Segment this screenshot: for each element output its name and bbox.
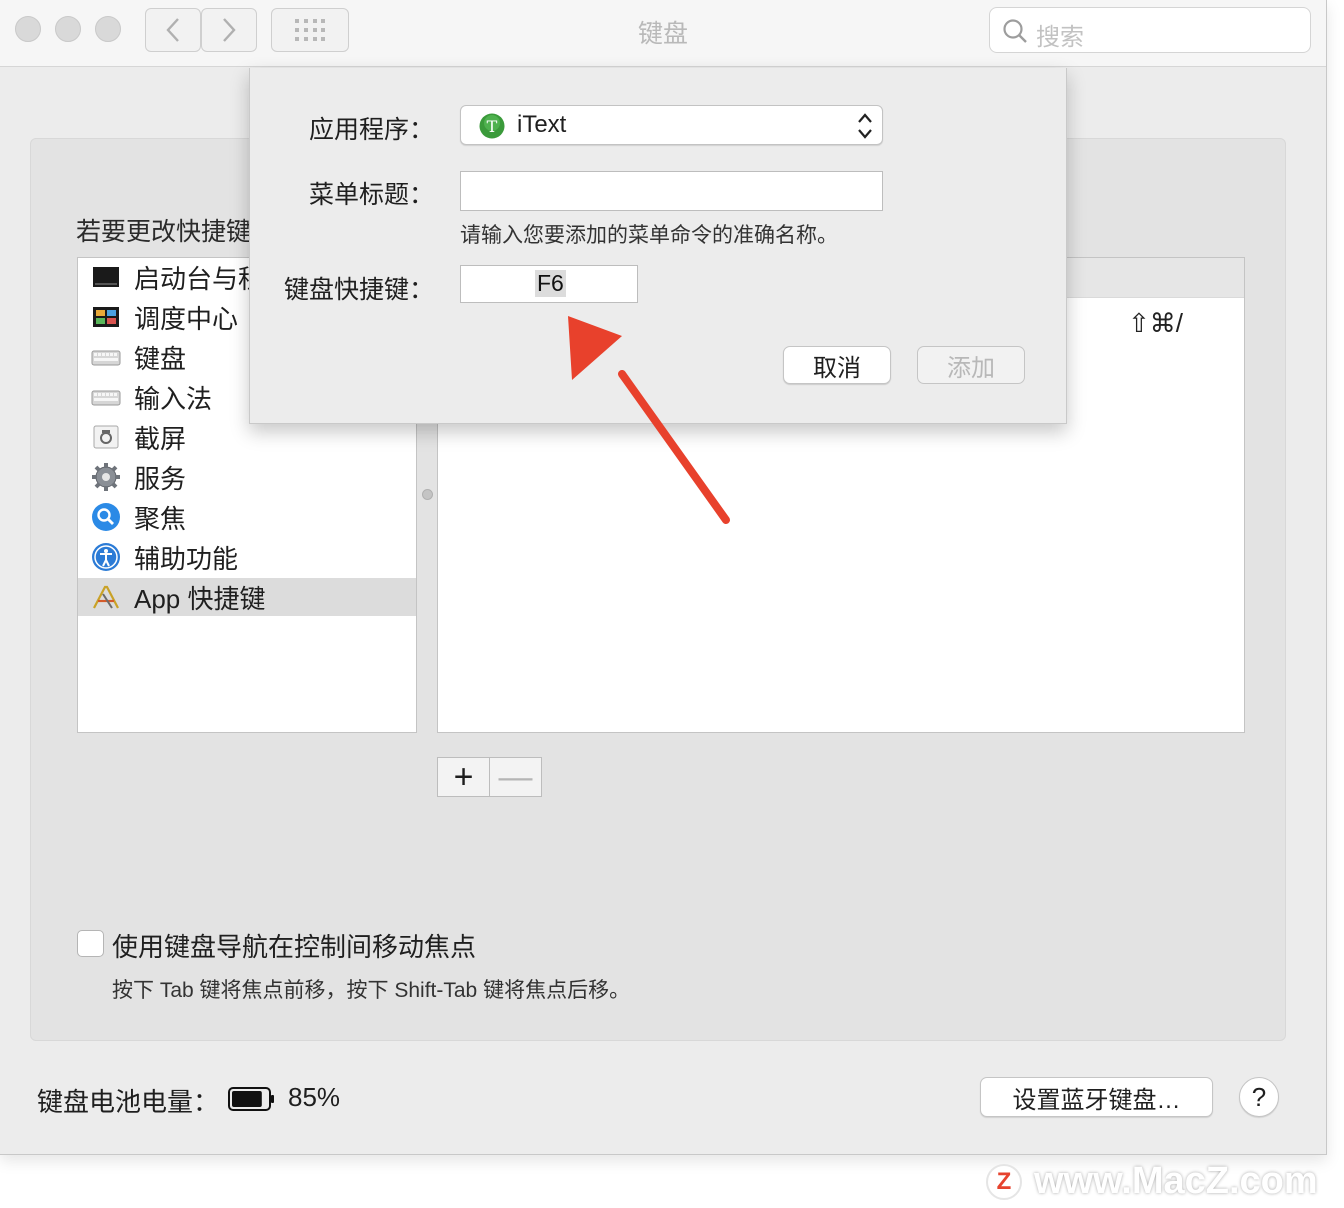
search-icon (1003, 19, 1027, 43)
keyboard-shortcut-field[interactable]: F6 (460, 265, 638, 303)
category-label: 截屏 (134, 423, 187, 454)
menu-title-hint: 请输入您要添加的菜单命令的准确名称。 (460, 224, 838, 247)
application-value: iText (517, 111, 567, 138)
category-label: 调度中心 (134, 303, 239, 334)
screenshot-icon (93, 425, 119, 449)
category-label: 服务 (134, 463, 187, 494)
category-label: 启动台与程 (134, 263, 265, 294)
watermark: Z www.MacZ.com (986, 1160, 1318, 1203)
search-placeholder: 搜索 (1036, 24, 1084, 51)
red-arrow-annotation (568, 316, 730, 524)
itext-app-icon: T (479, 113, 505, 139)
category-label: App 快捷键 (134, 583, 266, 614)
watermark-text: www.MacZ.com (1034, 1160, 1318, 1202)
search-field[interactable]: 搜索 (989, 7, 1311, 53)
category-label: 聚焦 (134, 503, 187, 534)
app-store-icon (93, 585, 119, 609)
keyboard-navigation-checkbox[interactable] (77, 930, 104, 957)
category-item-spotlight[interactable]: 聚焦 (78, 498, 416, 536)
keyboard-navigation-help: 按下 Tab 键将焦点前移，按下 Shift-Tab 键将焦点后移。 (112, 979, 631, 1002)
keyboard-shortcut-label: 键盘快捷键： (283, 276, 434, 304)
battery-icon (228, 1087, 274, 1111)
category-label: 输入法 (134, 383, 213, 414)
keyboard-preferences-window: 键盘 搜索 若要更改快捷键 启动台与程 调度中心 键盘 输入法 截屏 服务 聚焦… (0, 0, 1327, 1155)
launchpad-icon (93, 267, 119, 287)
split-view-handle[interactable] (422, 489, 433, 500)
battery-percentage: 85% (288, 1082, 341, 1112)
instruction-text: 若要更改快捷键 (76, 218, 252, 246)
application-popup[interactable]: T iText (460, 105, 883, 145)
category-label: 辅助功能 (134, 543, 239, 574)
spotlight-icon (92, 503, 120, 531)
category-item-accessibility[interactable]: 辅助功能 (78, 538, 416, 576)
menu-title-label: 菜单标题： (308, 181, 434, 209)
category-item-services[interactable]: 服务 (78, 458, 416, 496)
macz-logo: Z (986, 1163, 1022, 1200)
cancel-button[interactable]: 取消 (783, 346, 891, 384)
keyboard-navigation-label[interactable]: 使用键盘导航在控制间移动焦点 (112, 927, 476, 964)
svg-text:T: T (487, 117, 498, 136)
keyboard-shortcut-value: F6 (535, 270, 566, 297)
menu-title-input[interactable] (460, 171, 883, 211)
add-shortcut-button[interactable]: + (437, 757, 490, 797)
mission-control-icon (93, 307, 119, 327)
setup-bluetooth-keyboard-button[interactable]: 设置蓝牙键盘… (980, 1077, 1213, 1117)
category-item-app-shortcuts[interactable]: App 快捷键 (78, 578, 416, 616)
input-source-icon (91, 390, 121, 406)
application-label: 应用程序： (308, 116, 434, 144)
accessibility-icon (92, 543, 120, 571)
add-button[interactable]: 添加 (917, 346, 1025, 384)
category-label: 键盘 (134, 343, 187, 374)
shortcut-keys[interactable]: ⇧⌘/ (1128, 308, 1183, 339)
remove-shortcut-button[interactable]: — (489, 757, 542, 797)
gear-icon (92, 463, 120, 491)
chevron-up-down-icon (858, 113, 872, 139)
keyboard-icon (91, 350, 121, 366)
help-button[interactable]: ? (1239, 1077, 1279, 1117)
titlebar: 键盘 搜索 (0, 0, 1326, 67)
battery-label: 键盘电池电量： (37, 1087, 220, 1117)
